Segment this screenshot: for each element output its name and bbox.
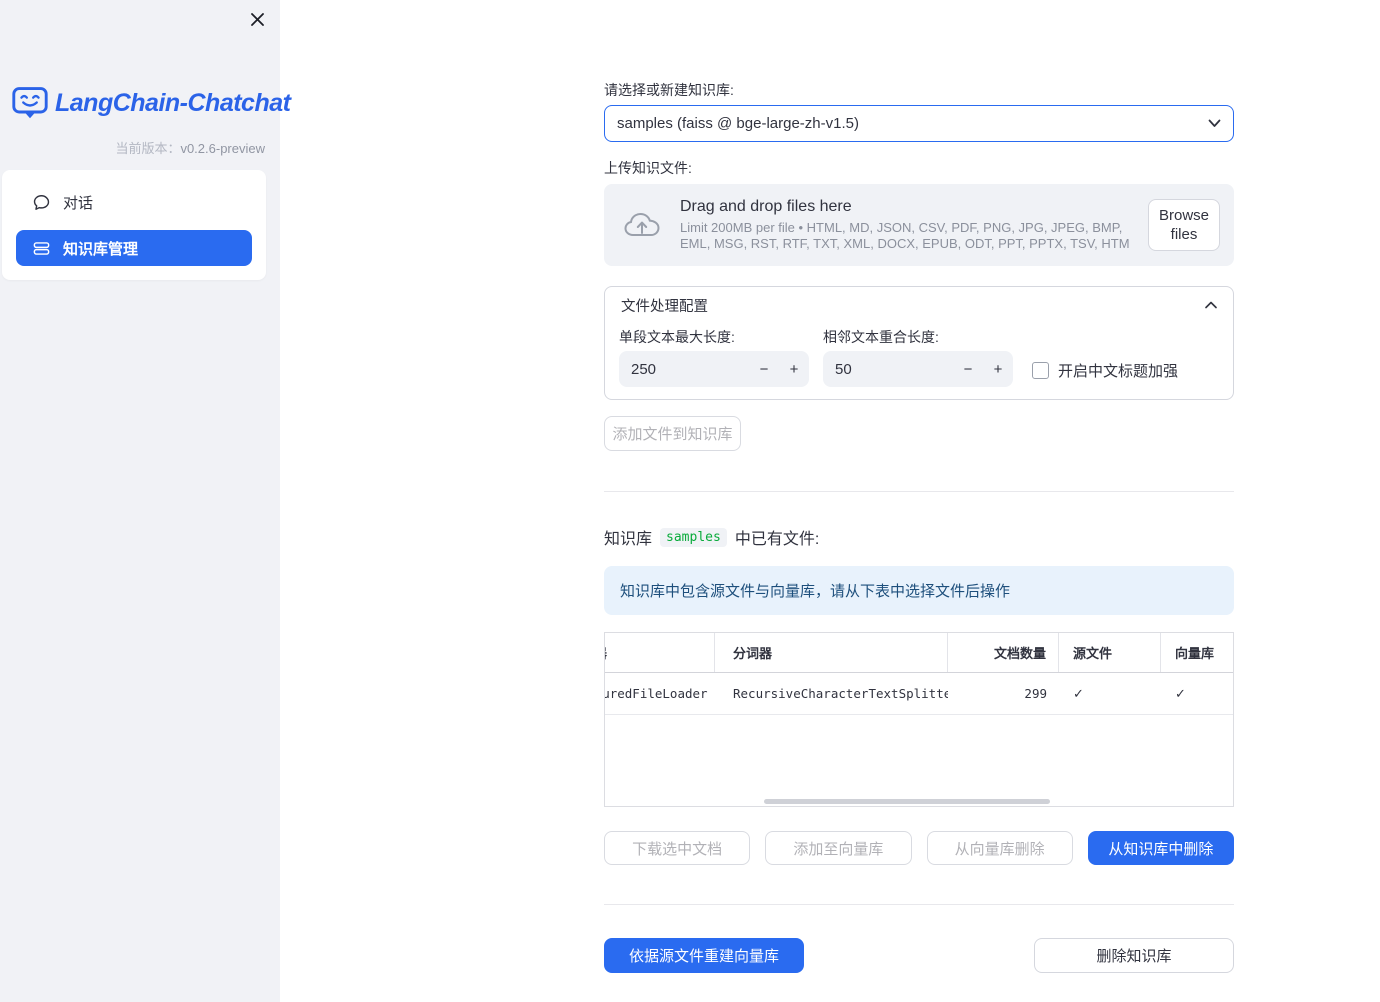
file-action-buttons: 下载选中文档 添加至向量库 从向量库删除 从知识库中删除 — [604, 831, 1234, 865]
version-label: 当前版本： — [115, 141, 181, 156]
chunk-size-input[interactable]: 250 − + — [619, 351, 809, 387]
app-title: LangChain-Chatchat — [55, 88, 291, 117]
cell-source-check: ✓ — [1073, 685, 1084, 701]
browse-files-button[interactable]: Browse files — [1148, 199, 1220, 251]
delete-kb-button[interactable]: 删除知识库 — [1034, 938, 1234, 973]
horizontal-scrollbar[interactable] — [764, 799, 1050, 804]
sidebar-item-label: 知识库管理 — [63, 240, 139, 258]
file-config-expander: 文件处理配置 单段文本最大长度: 相邻文本重合长度: 250 − + 50 − … — [604, 286, 1234, 400]
col-source-header[interactable]: 源文件 — [1059, 633, 1161, 672]
sidebar-close-icon[interactable] — [246, 8, 268, 30]
kb-management-buttons: 依据源文件重建向量库 删除知识库 — [604, 938, 1234, 973]
chevron-down-icon — [1208, 119, 1221, 128]
delete-from-vectorstore-button[interactable]: 从向量库删除 — [926, 831, 1073, 865]
decrement-button[interactable]: − — [953, 351, 983, 387]
chat-bubble-icon — [32, 193, 51, 212]
sidebar-item-dialogue[interactable]: 对话 — [16, 184, 252, 220]
kb-select-value: samples (faiss @ bge-large-zh-v1.5) — [617, 115, 859, 132]
sidebar-item-knowledge-base[interactable]: 知识库管理 — [16, 230, 252, 266]
chunk-size-value: 250 — [631, 360, 657, 378]
col-loader-header[interactable]: 文档加载器 — [605, 633, 715, 672]
kb-name-code: samples — [660, 527, 727, 547]
zh-title-enhance-checkbox[interactable]: 开启中文标题加强 — [1032, 360, 1178, 381]
app-logo: LangChain-Chatchat — [12, 86, 291, 120]
expander-title: 文件处理配置 — [621, 298, 708, 315]
cell-vector-check: ✓ — [1175, 685, 1186, 701]
cell-docs: 299 — [1024, 686, 1047, 701]
add-files-to-kb-button[interactable]: 添加文件到知识库 — [604, 416, 741, 451]
overlap-size-input[interactable]: 50 − + — [823, 351, 1013, 387]
increment-button[interactable]: + — [983, 351, 1013, 387]
decrement-button[interactable]: − — [749, 351, 779, 387]
upload-label: 上传知识文件: — [604, 160, 692, 176]
sidebar-menu: 对话 知识库管理 — [2, 170, 266, 280]
delete-from-kb-button[interactable]: 从知识库中删除 — [1087, 831, 1234, 865]
cell-splitter: RecursiveCharacterTextSplitter — [733, 686, 948, 701]
dropzone-title: Drag and drop files here — [680, 198, 852, 215]
main-content: 请选择或新建知识库: samples (faiss @ bge-large-zh… — [604, 0, 1234, 973]
kb-files-table[interactable]: 文档加载器 分词器 文档数量 源文件 向量库 UnstructuredFileL… — [604, 632, 1234, 807]
expander-header[interactable]: 文件处理配置 — [605, 287, 1233, 323]
cell-loader: UnstructuredFileLoader — [604, 686, 708, 701]
dropzone-text: Drag and drop files here Limit 200MB per… — [680, 198, 1148, 252]
add-to-vectorstore-button[interactable]: 添加至向量库 — [765, 831, 912, 865]
logo-chat-icon — [12, 86, 48, 120]
divider — [604, 904, 1234, 905]
sidebar: LangChain-Chatchat 当前版本：v0.2.6-preview 对… — [0, 0, 291, 1002]
chunk-size-label: 单段文本最大长度: — [619, 329, 735, 345]
checkbox-label: 开启中文标题加强 — [1058, 363, 1179, 380]
info-alert: 知识库中包含源文件与向量库，请从下表中选择文件后操作 — [604, 566, 1234, 615]
sidebar-item-label: 对话 — [63, 194, 94, 212]
table-scroll-content: 文档加载器 分词器 文档数量 源文件 向量库 UnstructuredFileL… — [604, 633, 1233, 715]
kb-line-suffix: 中已有文件: — [734, 531, 820, 548]
version-info: 当前版本：v0.2.6-preview — [0, 138, 265, 157]
rebuild-vectorstore-button[interactable]: 依据源文件重建向量库 — [604, 938, 804, 973]
increment-button[interactable]: + — [779, 351, 809, 387]
divider — [604, 491, 1234, 492]
download-selected-button[interactable]: 下载选中文档 — [604, 831, 751, 865]
stacked-list-icon — [32, 239, 51, 258]
cloud-upload-icon — [620, 210, 664, 240]
kb-files-heading: 知识库 samples 中已有文件: — [604, 525, 1234, 549]
overlap-size-value: 50 — [835, 360, 852, 378]
file-dropzone[interactable]: Drag and drop files here Limit 200MB per… — [604, 184, 1234, 266]
col-docs-header[interactable]: 文档数量 — [948, 633, 1059, 672]
dropzone-limit: Limit 200MB per file • HTML, MD, JSON, C… — [680, 220, 1130, 251]
kb-select[interactable]: samples (faiss @ bge-large-zh-v1.5) — [604, 105, 1234, 142]
col-splitter-header[interactable]: 分词器 — [715, 633, 948, 672]
col-vector-header[interactable]: 向量库 — [1161, 633, 1233, 672]
kb-select-label: 请选择或新建知识库: — [604, 82, 734, 98]
checkbox-unchecked[interactable] — [1032, 362, 1049, 379]
table-row[interactable]: UnstructuredFileLoader RecursiveCharacte… — [604, 673, 1233, 715]
chevron-up-icon — [1205, 301, 1217, 309]
kb-line-prefix: 知识库 — [604, 531, 653, 548]
table-header-row: 文档加载器 分词器 文档数量 源文件 向量库 — [605, 633, 1233, 673]
version-value: v0.2.6-preview — [180, 141, 265, 156]
overlap-size-label: 相邻文本重合长度: — [823, 329, 939, 345]
